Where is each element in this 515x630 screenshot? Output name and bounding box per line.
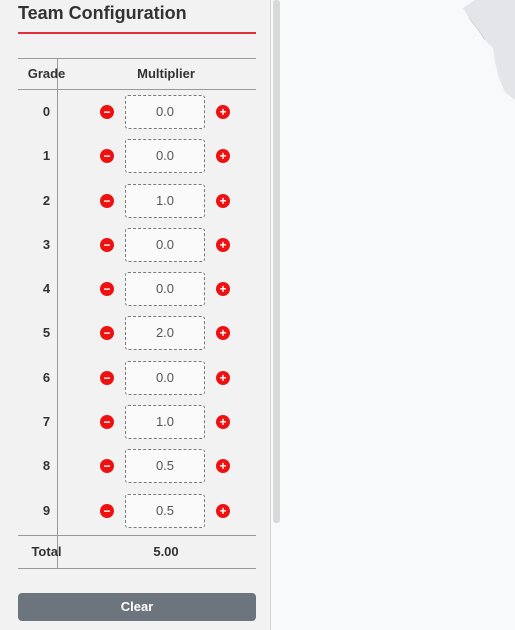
panel-scrollbar[interactable] [273,0,280,523]
grade-label: 4 [42,281,51,297]
map-landmass [463,0,515,100]
multiplier-input[interactable]: 0.5 [125,449,205,484]
multiplier-input[interactable]: 0.5 [125,493,205,528]
plus-circle-icon[interactable]: + [216,415,230,430]
minus-circle-icon[interactable]: − [100,105,114,119]
multiplier-input[interactable]: 1.0 [125,405,205,440]
plus-circle-icon[interactable]: + [216,282,230,297]
grade-label: 8 [42,458,51,474]
multiplier-table: Grade Multiplier 0−0.0 +1−0.0 +2−1.0 +3−0.0… [18,58,256,533]
minus-circle-icon[interactable]: − [100,237,114,252]
grade-label: 1 [42,148,51,164]
grade-label: 9 [42,502,51,518]
grade-label: 7 [42,414,51,430]
minus-circle-icon[interactable]: − [100,149,114,164]
total-label: Total [31,544,62,559]
total-value: 5.00 [153,544,179,559]
team-configuration-panel: Team Configuration Grade Multiplier 0−0.… [0,0,271,630]
plus-circle-icon[interactable]: + [216,370,230,385]
multiplier-input[interactable]: 1.0 [125,183,205,218]
grade-label: 2 [42,192,51,208]
minus-circle-icon[interactable]: − [100,326,114,341]
panel-title: Team Configuration [18,3,187,23]
map-area[interactable] [272,0,515,630]
clear-button[interactable]: Clear [18,593,256,621]
minus-circle-icon[interactable]: − [100,503,114,518]
grade-row: 6 −0.0 + [18,356,256,400]
grade-header: Grade [27,66,66,81]
total-row: Total 5.00 [18,535,256,569]
grade-row: 0 −0.0 + [18,90,256,134]
grade-row: 1 −0.0 + [18,134,256,178]
grade-row: 9 −0.5 + [18,489,256,533]
minus-circle-icon[interactable]: − [100,415,114,430]
grade-row: 7 −1.0 + [18,400,256,444]
multiplier-input[interactable]: 0.0 [125,360,205,395]
plus-circle-icon[interactable]: + [216,237,230,252]
grade-row: 3 −0.0 + [18,223,256,267]
grade-row: 5 −2.0 + [18,311,256,355]
grade-label: 6 [42,369,51,385]
minus-circle-icon[interactable]: − [100,282,114,297]
plus-circle-icon[interactable]: + [216,193,230,208]
grade-row: 8 −0.5 + [18,444,256,488]
minus-circle-icon[interactable]: − [100,370,114,385]
plus-circle-icon[interactable]: + [216,503,230,518]
grade-label: 3 [42,236,51,252]
table-header: Grade Multiplier [18,58,256,90]
grade-row: 4 −0.0 + [18,267,256,311]
multiplier-input[interactable]: 0.0 [125,95,205,129]
plus-circle-icon[interactable]: + [216,459,230,474]
multiplier-header: Multiplier [137,66,195,81]
grade-label: 5 [42,325,51,341]
minus-circle-icon[interactable]: − [100,459,114,474]
grade-row: 2 −1.0 + [18,179,256,223]
plus-circle-icon[interactable]: + [216,105,230,119]
multiplier-input[interactable]: 0.0 [125,272,205,307]
multiplier-input[interactable]: 0.0 [125,139,205,174]
multiplier-input[interactable]: 2.0 [125,316,205,351]
multiplier-input[interactable]: 0.0 [125,227,205,262]
plus-circle-icon[interactable]: + [216,326,230,341]
grade-label: 0 [42,104,51,119]
plus-circle-icon[interactable]: + [216,149,230,164]
minus-circle-icon[interactable]: − [100,193,114,208]
title-underline [18,32,256,34]
